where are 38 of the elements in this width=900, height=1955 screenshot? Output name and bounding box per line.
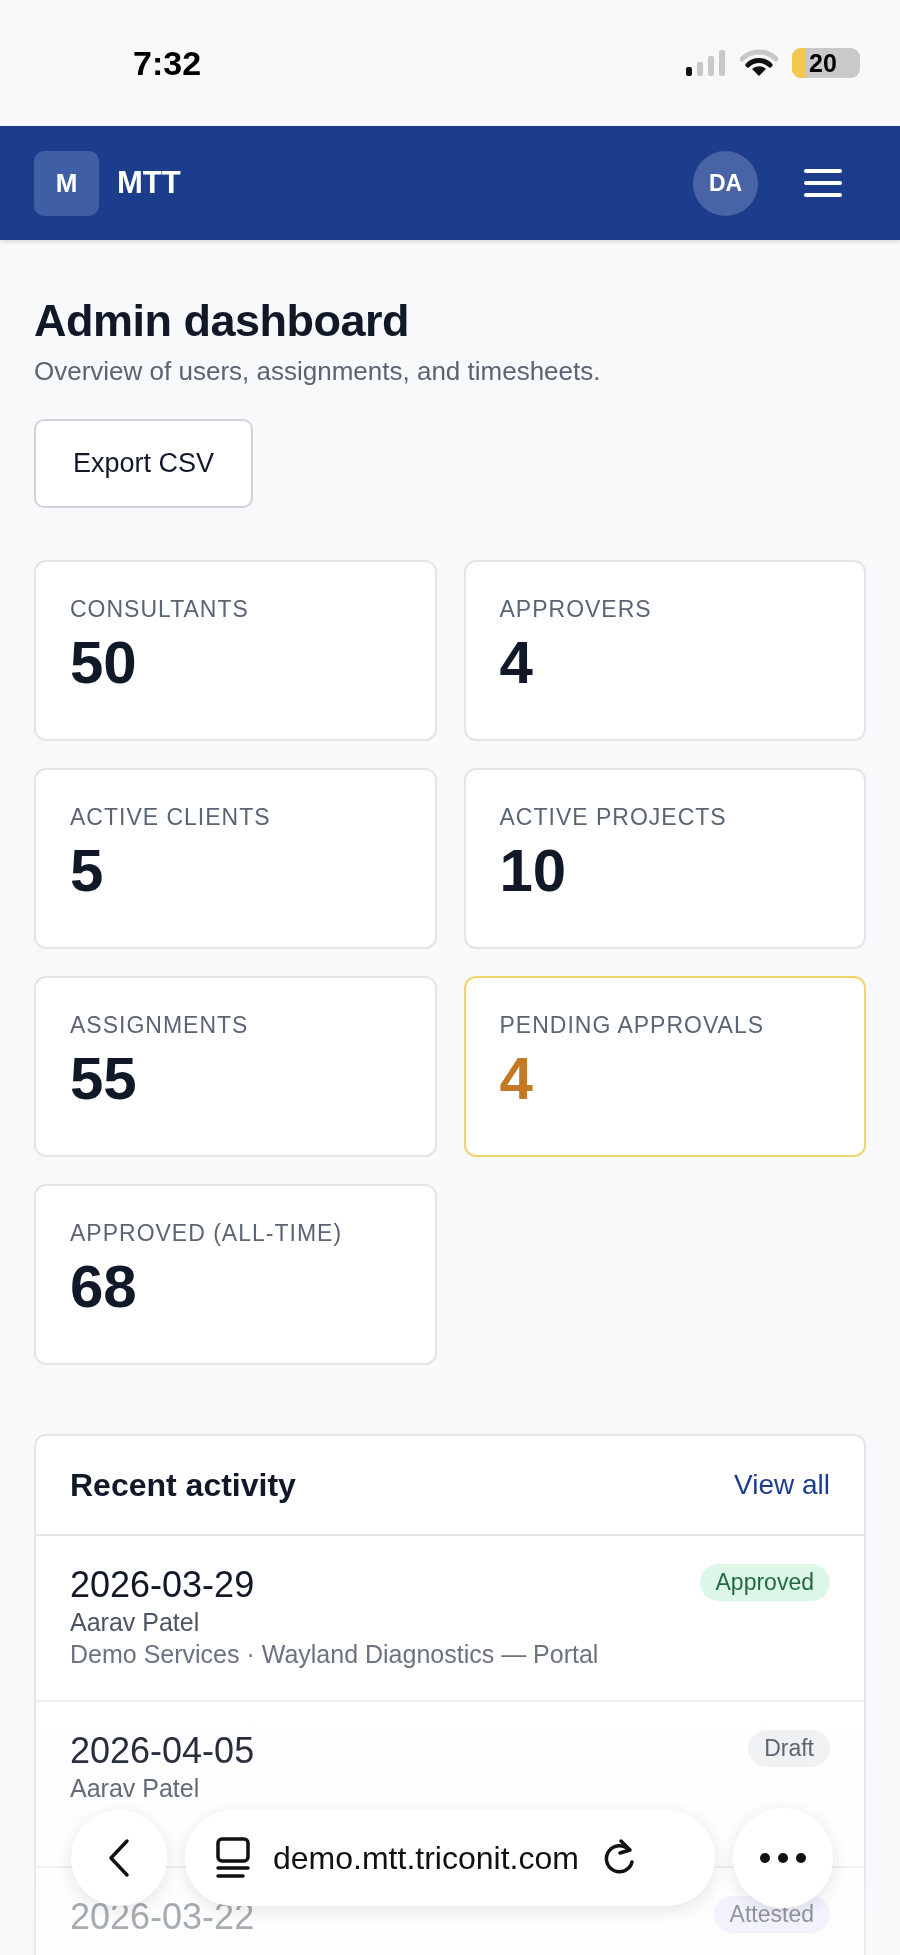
status-time: 7:32 — [133, 43, 203, 83]
stat-label: APPROVED (ALL-TIME) — [70, 1220, 344, 1247]
stat-value: 4 — [499, 628, 534, 698]
back-chevron-icon[interactable] — [107, 1838, 131, 1878]
page-subtitle: Overview of users, assignments, and timesheets. — [34, 356, 602, 387]
page-title: Admin dashboard — [34, 294, 411, 348]
stat-value: 10 — [499, 836, 568, 906]
stat-label: CONSULTANTS — [70, 596, 250, 623]
more-icon[interactable] — [759, 1852, 807, 1864]
menu-icon[interactable] — [804, 169, 842, 197]
brand-name[interactable]: MTT — [117, 165, 181, 201]
activity-person: Aarav Patel — [70, 1607, 201, 1638]
stat-label: ASSIGNMENTS — [70, 1012, 250, 1039]
stat-label: PENDING APPROVALS — [499, 1012, 766, 1039]
stat-value: 4 — [499, 1044, 534, 1114]
stat-value: 50 — [70, 628, 138, 698]
status-badge: Draft — [748, 1730, 830, 1767]
activity-date: 2026-03-29 — [70, 1564, 256, 1606]
section-title: Recent activity — [70, 1466, 296, 1504]
url-text: demo.mtt.triconit.com — [273, 1839, 579, 1877]
stat-value: 5 — [70, 836, 105, 906]
stat-label: ACTIVE PROJECTS — [499, 804, 728, 831]
activity-person: Aarav Patel — [70, 1773, 201, 1804]
activity-date: 2026-04-05 — [70, 1730, 255, 1772]
wifi-icon — [740, 49, 778, 77]
export-button[interactable]: Export CSV — [34, 419, 253, 508]
stat-label: APPROVERS — [499, 596, 653, 623]
stat-label: ACTIVE CLIENTS — [70, 804, 272, 831]
logo-badge[interactable]: M — [34, 150, 99, 216]
user-avatar[interactable]: DA — [693, 150, 758, 216]
battery-icon: 20 — [792, 48, 860, 78]
stat-value: 68 — [70, 1252, 138, 1322]
status-badge: Approved — [699, 1564, 830, 1601]
view-all-link[interactable]: View all — [734, 1469, 830, 1501]
signal-icon — [686, 50, 726, 76]
tabs-icon[interactable] — [215, 1837, 251, 1879]
activity-detail: Demo Services · Wayland Diagnostics — Portal — [70, 1639, 599, 1670]
stat-value: 55 — [70, 1044, 138, 1114]
